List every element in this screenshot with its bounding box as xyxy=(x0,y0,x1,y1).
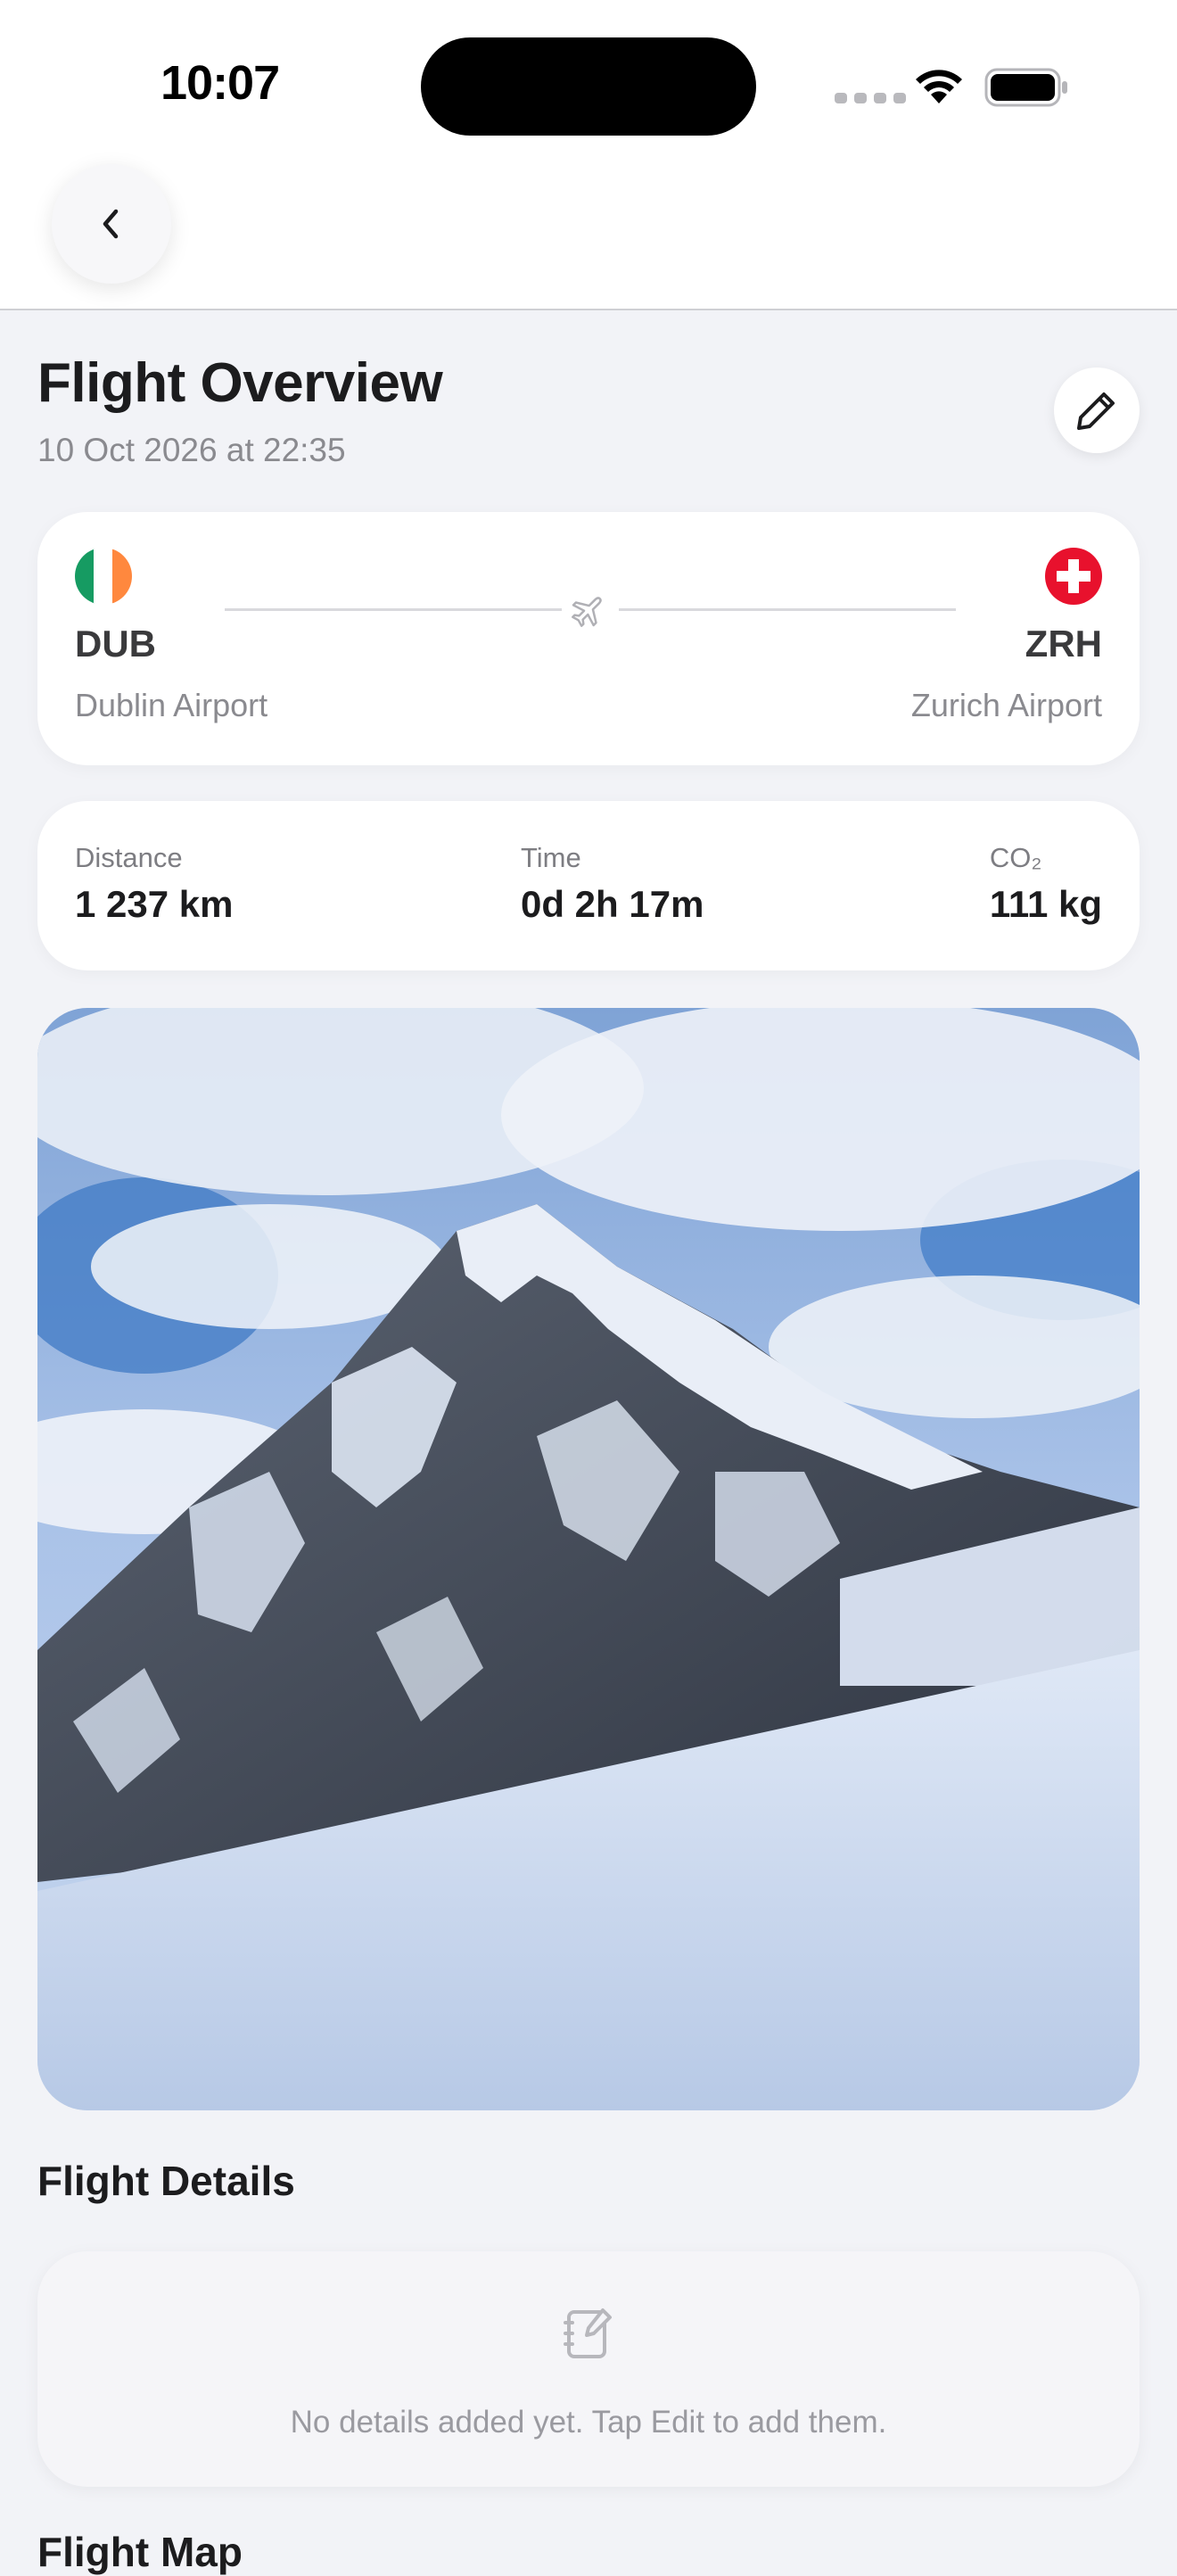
stats-card: Distance 1 237 km Time 0d 2h 17m CO₂ 111… xyxy=(37,801,1140,970)
switzerland-flag-icon xyxy=(1045,548,1102,605)
notes-edit-icon xyxy=(564,2308,612,2358)
page-title: Flight Overview xyxy=(37,352,443,414)
cellular-signal-icon xyxy=(835,93,906,103)
route-line-right xyxy=(619,608,956,611)
wifi-icon xyxy=(916,70,962,103)
pencil-icon xyxy=(1077,392,1115,430)
chevron-left-icon xyxy=(103,209,119,239)
dynamic-island xyxy=(421,37,756,136)
stat-time: Time 0d 2h 17m xyxy=(521,842,704,926)
destination-code: ZRH xyxy=(1025,623,1102,665)
flight-date: 10 Oct 2026 at 22:35 xyxy=(37,432,346,468)
flight-details-card: No details added yet. Tap Edit to add th… xyxy=(37,2251,1140,2487)
details-empty-state-text: No details added yet. Tap Edit to add th… xyxy=(290,2405,887,2440)
top-navigation-bar: 10:07 xyxy=(0,0,1177,310)
stat-label: Time xyxy=(521,842,581,873)
status-bar-time: 10:07 xyxy=(160,56,280,110)
route-line-left xyxy=(225,608,562,611)
stat-label: CO₂ xyxy=(989,842,1042,873)
stat-value: 111 kg xyxy=(989,883,1102,925)
airplane-icon xyxy=(572,597,602,627)
flight-map-heading: Flight Map xyxy=(37,2529,243,2575)
route-card: DUB ZRH Dublin Airport Zurich Airport xyxy=(37,512,1140,765)
ireland-flag-icon xyxy=(75,548,132,605)
stat-label: Distance xyxy=(75,842,183,873)
stat-value: 1 237 km xyxy=(75,883,234,925)
destination-airport: Zurich Airport xyxy=(910,687,1102,723)
flight-photo[interactable] xyxy=(37,1008,1140,2110)
mountain-photo-image xyxy=(37,1008,1140,2110)
battery-icon xyxy=(984,68,1067,107)
edit-button[interactable] xyxy=(1054,367,1140,453)
back-button[interactable] xyxy=(52,164,171,284)
stat-distance: Distance 1 237 km xyxy=(75,842,233,926)
stat-value: 0d 2h 17m xyxy=(521,883,704,925)
origin-airport: Dublin Airport xyxy=(75,687,268,723)
origin-code: DUB xyxy=(75,623,156,665)
flight-details-heading: Flight Details xyxy=(37,2158,295,2204)
stat-co2: CO₂ 111 kg xyxy=(990,842,1102,926)
